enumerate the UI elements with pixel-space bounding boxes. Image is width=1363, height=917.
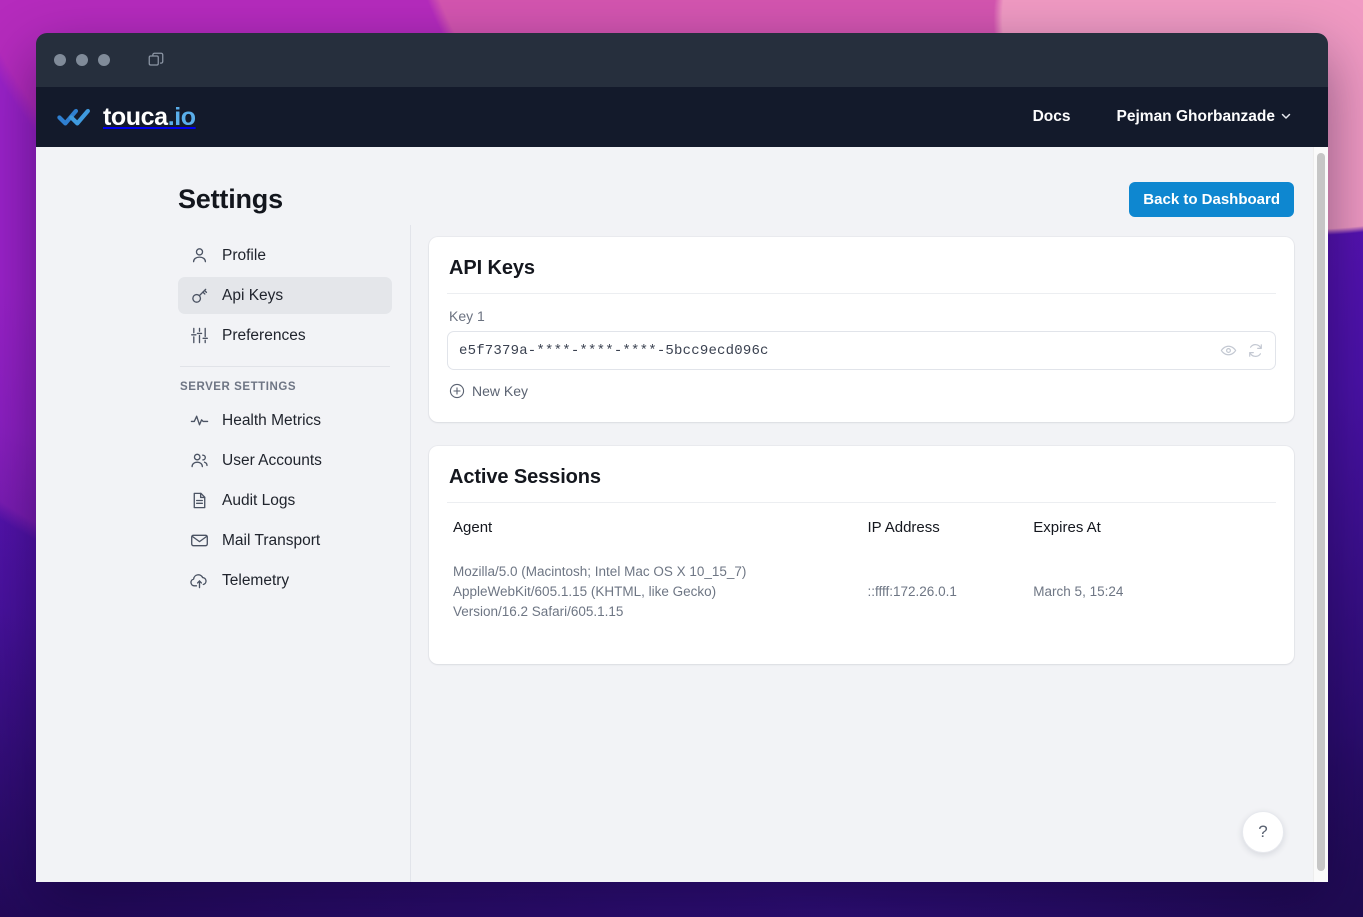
cell-agent: Mozilla/5.0 (Macintosh; Intel Mac OS X 1… — [447, 556, 862, 646]
sliders-icon — [190, 326, 209, 345]
sidebar-item-label: Telemetry — [222, 571, 290, 589]
help-button[interactable]: ? — [1242, 811, 1284, 853]
api-key-label: Key 1 — [449, 308, 485, 324]
card-divider — [447, 293, 1276, 294]
sidebar-item-label: Preferences — [222, 326, 306, 344]
chevron-down-icon — [1280, 110, 1292, 124]
table-header-row: Agent IP Address Expires At — [447, 517, 1276, 556]
column-header-agent: Agent — [453, 519, 493, 536]
new-key-label: New Key — [472, 383, 529, 399]
page-title: Settings — [178, 183, 283, 214]
plus-circle-icon — [449, 383, 465, 399]
agent-line: AppleWebKit/605.1.15 (KHTML, like Gecko) — [453, 584, 717, 599]
scrollbar-thumb[interactable] — [1317, 153, 1325, 871]
column-header-ip-address: IP Address — [867, 519, 940, 536]
back-to-dashboard-button[interactable]: Back to Dashboard — [1129, 181, 1294, 217]
cell-ip-address: ::ffff:172.26.0.1 — [867, 584, 957, 599]
user-menu-label: Pejman Ghorbanzade — [1116, 108, 1275, 125]
sidebar-item-label: Profile — [222, 246, 266, 264]
agent-line: Mozilla/5.0 (Macintosh; Intel Mac OS X 1… — [453, 564, 747, 579]
vertical-scrollbar[interactable] — [1313, 147, 1328, 882]
agent-line: Version/16.2 Safari/605.1.15 — [453, 604, 624, 619]
close-window-button[interactable] — [54, 54, 66, 66]
docs-link[interactable]: Docs — [1033, 108, 1071, 126]
double-check-icon — [56, 106, 94, 128]
touca-logo[interactable]: touca.io — [56, 103, 196, 132]
active-sessions-card: Active Sessions Agent IP Address Expires… — [429, 446, 1294, 664]
column-header-expires-at: Expires At — [1033, 519, 1101, 536]
settings-page: Settings Back to Dashboard Profile Api K… — [36, 147, 1328, 882]
sidebar-item-telemetry[interactable]: Telemetry — [178, 562, 392, 599]
users-icon — [190, 451, 209, 470]
sidebar-item-user-accounts[interactable]: User Accounts — [178, 442, 392, 479]
sidebar-section-header: SERVER SETTINGS — [180, 381, 297, 393]
sidebar-item-api-keys[interactable]: Api Keys — [178, 277, 392, 314]
browser-window: touca.io Docs Pejman Ghorbanzade Setting… — [36, 33, 1328, 882]
api-keys-title: API Keys — [449, 257, 535, 279]
cloud-upload-icon — [190, 571, 209, 590]
card-divider — [447, 502, 1276, 503]
active-sessions-title: Active Sessions — [449, 466, 601, 488]
sidebar-item-label: Health Metrics — [222, 411, 322, 429]
new-key-button[interactable]: New Key — [449, 383, 528, 399]
settings-sidebar: Profile Api Keys Preferences SERVER SETT… — [36, 225, 411, 882]
navbar: touca.io Docs Pejman Ghorbanzade — [36, 87, 1328, 147]
activity-icon — [190, 411, 209, 430]
browser-titlebar — [36, 33, 1328, 87]
table-row: Mozilla/5.0 (Macintosh; Intel Mac OS X 1… — [447, 556, 1276, 646]
logo-wordmark: touca.io — [103, 103, 196, 132]
maximize-window-button[interactable] — [98, 54, 110, 66]
envelope-icon — [190, 531, 209, 550]
sidebar-item-label: Mail Transport — [222, 531, 321, 549]
sidebar-item-audit-logs[interactable]: Audit Logs — [178, 482, 392, 519]
api-key-input[interactable]: e5f7379a-****-****-****-5bcc9ecd096c — [447, 331, 1276, 370]
active-sessions-table: Agent IP Address Expires At Mozilla/5.0 … — [447, 517, 1276, 646]
refresh-icon[interactable] — [1247, 342, 1264, 359]
user-icon — [190, 246, 209, 265]
sidebar-item-label: Audit Logs — [222, 491, 296, 509]
eye-icon[interactable] — [1220, 342, 1237, 359]
user-menu[interactable]: Pejman Ghorbanzade — [1117, 108, 1292, 126]
sidebar-item-profile[interactable]: Profile — [178, 237, 392, 274]
sidebar-item-preferences[interactable]: Preferences — [178, 317, 392, 354]
cell-expires-at: March 5, 15:24 — [1033, 584, 1124, 599]
navbar-right: Docs Pejman Ghorbanzade — [1033, 108, 1292, 126]
sidebar-item-mail-transport[interactable]: Mail Transport — [178, 522, 392, 559]
document-icon — [190, 491, 209, 510]
sidebar-item-health-metrics[interactable]: Health Metrics — [178, 402, 392, 439]
api-key-value: e5f7379a-****-****-****-5bcc9ecd096c — [459, 342, 769, 359]
logo-text-suffix: .io — [167, 102, 196, 131]
page-header: Settings Back to Dashboard — [36, 147, 1318, 225]
settings-content: API Keys Key 1 e5f7379a-****-****-****-5… — [411, 225, 1318, 882]
sidebar-item-label: User Accounts — [222, 451, 322, 469]
logo-text-primary: touca — [103, 102, 168, 131]
key-icon — [190, 286, 209, 305]
tabs-icon[interactable] — [147, 51, 165, 69]
application: touca.io Docs Pejman Ghorbanzade Setting… — [36, 87, 1328, 882]
minimize-window-button[interactable] — [76, 54, 88, 66]
sidebar-item-label: Api Keys — [222, 286, 284, 304]
api-keys-card: API Keys Key 1 e5f7379a-****-****-****-5… — [429, 237, 1294, 422]
